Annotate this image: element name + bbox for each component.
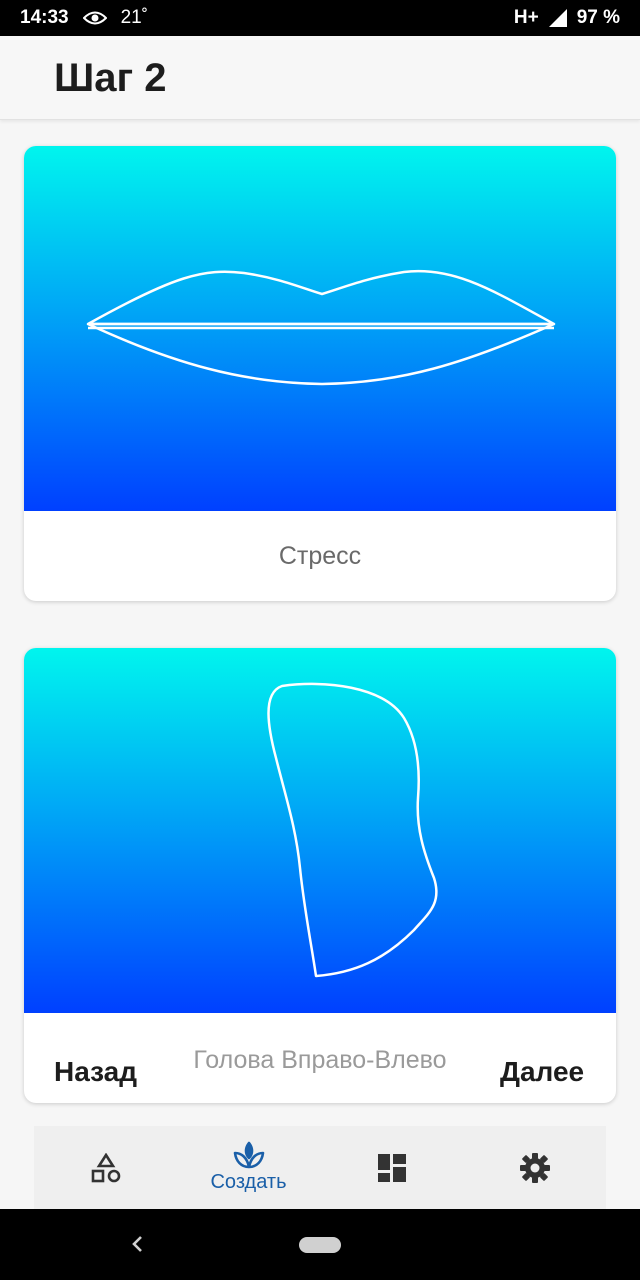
nav-item-settings[interactable] bbox=[463, 1126, 606, 1209]
system-home-pill[interactable] bbox=[299, 1237, 341, 1253]
page-title: Шаг 2 bbox=[54, 56, 167, 100]
nav-item-create[interactable]: Создать bbox=[177, 1126, 320, 1209]
status-time: 14:33 bbox=[20, 7, 69, 28]
gear-icon bbox=[519, 1152, 551, 1184]
card-image bbox=[24, 146, 616, 511]
status-battery: 97 % bbox=[576, 7, 620, 28]
nav-label-create: Создать bbox=[210, 1171, 287, 1193]
head-shape-icon bbox=[267, 682, 438, 978]
back-button[interactable]: Назад bbox=[54, 1056, 137, 1088]
app-bar: Шаг 2 bbox=[0, 36, 640, 120]
status-bar: 14:33 21˚ H+ 97 % bbox=[0, 0, 640, 36]
dashboard-icon bbox=[377, 1153, 407, 1183]
exercise-card-stress[interactable]: Стресс bbox=[24, 146, 616, 601]
status-network: H+ bbox=[513, 7, 539, 28]
exercise-card-head[interactable]: Голова Вправо-Влево bbox=[24, 648, 616, 1103]
eye-icon bbox=[82, 10, 107, 26]
bottom-navigation: Создать bbox=[34, 1126, 606, 1209]
lotus-icon bbox=[233, 1141, 265, 1169]
lips-icon bbox=[86, 269, 556, 386]
shapes-icon bbox=[91, 1152, 121, 1183]
card-image bbox=[24, 648, 616, 1013]
nav-item-dashboard[interactable] bbox=[320, 1126, 463, 1209]
system-navigation-bar bbox=[0, 1209, 640, 1280]
status-temperature: 21˚ bbox=[120, 7, 149, 28]
signal-icon bbox=[548, 9, 567, 27]
card-label: Стресс bbox=[278, 542, 362, 570]
system-back-icon[interactable] bbox=[128, 1233, 148, 1260]
next-button[interactable]: Далее bbox=[500, 1056, 584, 1088]
nav-item-shapes[interactable] bbox=[34, 1126, 177, 1209]
